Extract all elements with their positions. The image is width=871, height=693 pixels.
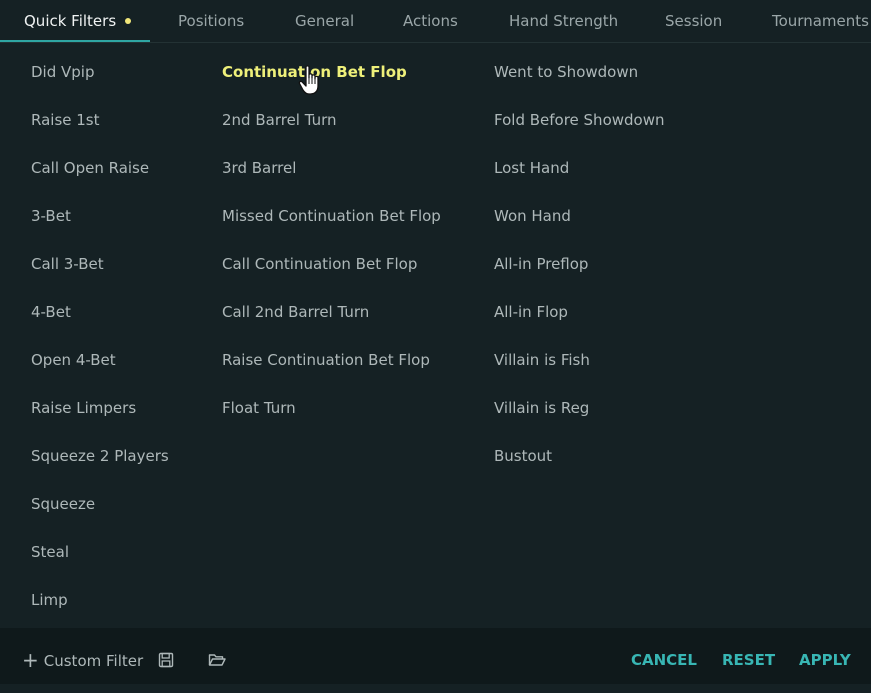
filter-item[interactable]: Went to Showdown [494, 48, 665, 96]
folder-open-icon[interactable] [208, 652, 226, 668]
filter-item[interactable]: All-in Preflop [494, 240, 665, 288]
custom-filter-label: Custom Filter [43, 652, 144, 670]
hand-pointer-icon [298, 65, 319, 95]
filter-item[interactable]: Squeeze 2 Players [31, 432, 169, 480]
filter-item[interactable]: Limp [31, 576, 169, 624]
filter-item[interactable]: Steal [31, 528, 169, 576]
save-icon[interactable] [158, 652, 174, 668]
tab-general[interactable]: General [295, 0, 354, 42]
filter-item[interactable]: Did Vpip [31, 48, 169, 96]
filter-item[interactable]: Call Continuation Bet Flop [222, 240, 441, 288]
filter-item[interactable]: Call 2nd Barrel Turn [222, 288, 441, 336]
custom-filter-button[interactable]: + Custom Filter [22, 628, 143, 684]
filter-item[interactable]: Lost Hand [494, 144, 665, 192]
filter-item-hovered[interactable]: Continuation Bet Flop [222, 48, 441, 96]
tab-positions[interactable]: Positions [178, 0, 244, 42]
filter-item[interactable]: Raise Continuation Bet Flop [222, 336, 441, 384]
tab-session[interactable]: Session [665, 0, 722, 42]
filter-column-2: Continuation Bet Flop 2nd Barrel Turn 3r… [222, 48, 441, 432]
filter-item[interactable]: Raise 1st [31, 96, 169, 144]
tab-hand-strength[interactable]: Hand Strength [509, 0, 618, 42]
filter-item[interactable]: Bustout [494, 432, 665, 480]
filter-item[interactable]: 3-Bet [31, 192, 169, 240]
filter-item[interactable]: Won Hand [494, 192, 665, 240]
reset-button[interactable]: RESET [722, 628, 775, 684]
filter-column-1: Did Vpip Raise 1st Call Open Raise 3-Bet… [31, 48, 169, 624]
filter-item[interactable]: Call 3-Bet [31, 240, 169, 288]
filter-item[interactable]: 3rd Barrel [222, 144, 441, 192]
filter-item[interactable]: 2nd Barrel Turn [222, 96, 441, 144]
filter-item[interactable]: Fold Before Showdown [494, 96, 665, 144]
filter-item[interactable]: Float Turn [222, 384, 441, 432]
tab-tournaments[interactable]: Tournaments [772, 0, 869, 42]
tab-actions[interactable]: Actions [403, 0, 458, 42]
filter-item[interactable]: All-in Flop [494, 288, 665, 336]
filter-item[interactable]: Missed Continuation Bet Flop [222, 192, 441, 240]
tab-label: Quick Filters [24, 12, 117, 30]
filter-column-3: Went to Showdown Fold Before Showdown Lo… [494, 48, 665, 480]
filter-item[interactable]: 4-Bet [31, 288, 169, 336]
plus-icon: + [22, 648, 39, 672]
filter-item[interactable]: Open 4-Bet [31, 336, 169, 384]
filter-item[interactable]: Villain is Reg [494, 384, 665, 432]
footer-bar: + Custom Filter CANCEL RESET APPLY [0, 628, 871, 684]
cancel-button[interactable]: CANCEL [631, 628, 697, 684]
dot-icon [125, 17, 132, 24]
active-tab-indicator [0, 40, 150, 42]
tab-quick-filters[interactable]: Quick Filters [24, 0, 132, 42]
filter-item[interactable]: Squeeze [31, 480, 169, 528]
filter-item[interactable]: Villain is Fish [494, 336, 665, 384]
apply-button[interactable]: APPLY [799, 628, 851, 684]
filter-item[interactable]: Call Open Raise [31, 144, 169, 192]
filter-tabs: Quick Filters Positions General Actions … [0, 0, 871, 43]
filter-item[interactable]: Raise Limpers [31, 384, 169, 432]
